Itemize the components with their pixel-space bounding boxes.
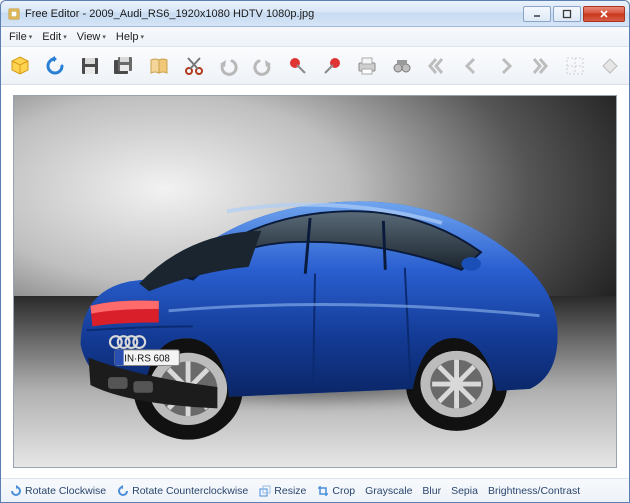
book-icon <box>148 55 170 77</box>
chevron-down-icon: ▾ <box>63 33 67 41</box>
first-button[interactable] <box>423 52 450 80</box>
scissors-icon <box>183 55 205 77</box>
sepia-label: Sepia <box>451 485 478 497</box>
save-as-button[interactable] <box>111 52 138 80</box>
crop-icon <box>316 484 329 497</box>
statusbar: Rotate Clockwise Rotate Counterclockwise… <box>1 478 629 502</box>
new-button[interactable] <box>7 52 34 80</box>
maximize-button[interactable] <box>553 6 581 22</box>
app-name: Free Editor <box>25 8 79 20</box>
pin-icon <box>287 55 309 77</box>
grid-button[interactable] <box>562 52 589 80</box>
cut-button[interactable] <box>180 52 207 80</box>
minimize-icon <box>532 9 542 19</box>
chevron-left-icon <box>460 55 482 77</box>
printer-icon <box>356 55 378 77</box>
print-button[interactable] <box>354 52 381 80</box>
menu-help-label: Help <box>116 31 139 43</box>
menu-help[interactable]: Help▾ <box>112 30 148 44</box>
undo-icon <box>217 55 239 77</box>
chevron-right-icon <box>495 55 517 77</box>
chevrons-right-icon <box>529 55 551 77</box>
save-button[interactable] <box>76 52 103 80</box>
pin-alt-icon <box>321 55 343 77</box>
menu-file[interactable]: File▾ <box>5 30 36 44</box>
grayscale-button[interactable]: Grayscale <box>363 484 414 498</box>
image-canvas[interactable]: IN·RS 608 <box>13 95 617 468</box>
redo-icon <box>252 55 274 77</box>
menu-view-label: View <box>77 31 101 43</box>
book-button[interactable] <box>146 52 173 80</box>
grayscale-label: Grayscale <box>365 485 412 497</box>
floppy-multi-icon <box>112 55 136 77</box>
rotate-cw-button[interactable]: Rotate Clockwise <box>7 483 108 498</box>
chevrons-left-icon <box>425 55 447 77</box>
blur-button[interactable]: Blur <box>420 484 443 498</box>
find-button[interactable] <box>388 52 415 80</box>
last-button[interactable] <box>527 52 554 80</box>
floppy-icon <box>79 55 101 77</box>
refresh-button[interactable] <box>42 52 69 80</box>
car-image: IN·RS 608 <box>14 96 616 467</box>
app-window: Free Editor - 2009_Audi_RS6_1920x1080 HD… <box>0 0 630 503</box>
prev-button[interactable] <box>458 52 485 80</box>
next-button[interactable] <box>492 52 519 80</box>
chevron-down-icon: ▾ <box>102 33 106 41</box>
minimize-button[interactable] <box>523 6 551 22</box>
title-separator: - <box>79 8 89 20</box>
redo-button[interactable] <box>250 52 277 80</box>
close-icon <box>598 9 610 19</box>
cube-icon <box>9 55 31 77</box>
rotate-ccw-label: Rotate Counterclockwise <box>132 485 248 497</box>
menubar: File▾ Edit▾ View▾ Help▾ <box>1 27 629 47</box>
sepia-button[interactable]: Sepia <box>449 484 480 498</box>
rotate-cw-icon <box>9 484 22 497</box>
window-controls <box>523 6 625 22</box>
menu-file-label: File <box>9 31 27 43</box>
close-button[interactable] <box>583 6 625 22</box>
pin-button[interactable] <box>284 52 311 80</box>
rotate-ccw-button[interactable]: Rotate Counterclockwise <box>114 483 250 498</box>
resize-button[interactable]: Resize <box>256 483 308 498</box>
menu-view[interactable]: View▾ <box>73 30 110 44</box>
chevron-down-icon: ▾ <box>29 33 33 41</box>
document-name: 2009_Audi_RS6_1920x1080 HDTV 1080p.jpg <box>89 8 314 20</box>
chevron-down-icon: ▾ <box>141 33 145 41</box>
brightness-contrast-button[interactable]: Brightness/Contrast <box>486 484 582 498</box>
rotate-ccw-icon <box>116 484 129 497</box>
toolbar <box>1 47 629 85</box>
maximize-icon <box>562 9 572 19</box>
window-title: Free Editor - 2009_Audi_RS6_1920x1080 HD… <box>25 8 523 20</box>
menu-edit-label: Edit <box>42 31 61 43</box>
app-icon <box>7 7 21 21</box>
crop-button[interactable]: Crop <box>314 483 357 498</box>
diamond-icon <box>600 56 620 76</box>
resize-icon <box>258 484 271 497</box>
rotate-cw-label: Rotate Clockwise <box>25 485 106 497</box>
options-button[interactable] <box>596 52 623 80</box>
crop-label: Crop <box>332 485 355 497</box>
unpin-button[interactable] <box>319 52 346 80</box>
canvas-area: IN·RS 608 <box>1 85 629 478</box>
blur-label: Blur <box>422 485 441 497</box>
refresh-icon <box>44 55 66 77</box>
menu-edit[interactable]: Edit▾ <box>38 30 70 44</box>
binoculars-icon <box>391 55 413 77</box>
brightness-label: Brightness/Contrast <box>488 485 580 497</box>
titlebar: Free Editor - 2009_Audi_RS6_1920x1080 HD… <box>1 1 629 27</box>
resize-label: Resize <box>274 485 306 497</box>
license-plate-text: IN·RS 608 <box>124 354 170 365</box>
grid-icon <box>565 56 585 76</box>
undo-button[interactable] <box>215 52 242 80</box>
